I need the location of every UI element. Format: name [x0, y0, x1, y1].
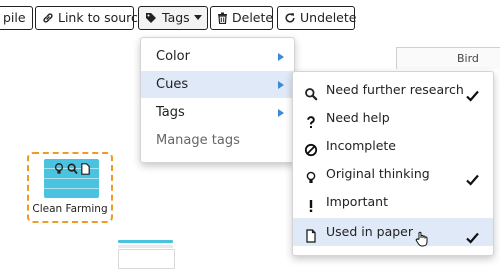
- undelete-label: Undelete: [300, 10, 357, 25]
- document-icon: [81, 160, 90, 175]
- ban-icon: [304, 139, 318, 157]
- menu-item-label: Tags: [156, 105, 185, 120]
- menu-item-color[interactable]: Color: [141, 43, 294, 70]
- exclamation-icon: [304, 195, 318, 212]
- menu-item-label: Color: [156, 49, 190, 64]
- search-icon: [304, 83, 318, 101]
- submenu-arrow-icon: [278, 109, 284, 117]
- tags-dropdown-menu: Color Cues Tags Manage tags: [140, 37, 295, 163]
- link-icon: [42, 12, 54, 24]
- undo-icon: [284, 12, 296, 24]
- toolbar: pile Link to source Tags Delete Undelete: [0, 0, 500, 38]
- cue-item-label: Need further research: [326, 82, 464, 97]
- search-icon: [67, 160, 78, 175]
- document-icon: [304, 225, 318, 243]
- note-stack[interactable]: [118, 237, 175, 269]
- lightbulb-icon: [54, 160, 64, 174]
- column-header: Bird: [396, 47, 500, 69]
- undelete-button[interactable]: Undelete: [277, 6, 357, 30]
- submenu-arrow-icon: [278, 53, 284, 61]
- submenu-arrow-icon: [278, 81, 284, 89]
- menu-item-label: Manage tags: [156, 133, 240, 148]
- menu-item-tags[interactable]: Tags: [141, 99, 294, 126]
- cues-submenu: Need further research Need help Incomple…: [292, 71, 494, 256]
- column-header-label: Bird: [457, 52, 479, 65]
- hand-cursor-icon: [415, 229, 429, 257]
- pile-button[interactable]: pile: [0, 6, 33, 30]
- caret-down-icon: [193, 15, 202, 21]
- node-label: Clean Farming: [32, 203, 108, 215]
- cue-item-original-thinking[interactable]: Original thinking: [293, 160, 493, 188]
- link-to-source-label: Link to source: [58, 10, 146, 25]
- cue-item-label: Incomplete: [326, 138, 396, 153]
- cue-item-important[interactable]: Important: [293, 188, 493, 216]
- delete-button[interactable]: Delete: [210, 6, 273, 30]
- menu-item-label: Cues: [156, 77, 189, 92]
- tags-label: Tags: [162, 10, 190, 25]
- link-to-source-button[interactable]: Link to source: [35, 6, 146, 30]
- node-cue-icons: [49, 160, 95, 175]
- cue-item-label: Original thinking: [326, 166, 430, 181]
- cue-item-need-further-research[interactable]: Need further research: [293, 76, 493, 104]
- menu-item-cues[interactable]: Cues: [141, 71, 294, 98]
- cue-item-label: Important: [326, 194, 388, 209]
- cue-item-label: Used in paper: [326, 224, 413, 239]
- question-icon: [304, 111, 318, 128]
- pile-label: pile: [3, 10, 26, 25]
- lightbulb-icon: [304, 167, 318, 183]
- tag-icon: [145, 12, 158, 24]
- cue-item-label: Need help: [326, 110, 390, 125]
- cue-item-used-in-paper[interactable]: Used in paper: [293, 218, 493, 247]
- tags-button[interactable]: Tags: [138, 6, 208, 30]
- trash-icon: [217, 12, 228, 24]
- delete-label: Delete: [232, 10, 274, 25]
- checkmark-icon: [466, 226, 479, 254]
- cue-item-incomplete[interactable]: Incomplete: [293, 132, 493, 160]
- cue-item-need-help[interactable]: Need help: [293, 104, 493, 132]
- menu-item-manage-tags[interactable]: Manage tags: [141, 127, 294, 154]
